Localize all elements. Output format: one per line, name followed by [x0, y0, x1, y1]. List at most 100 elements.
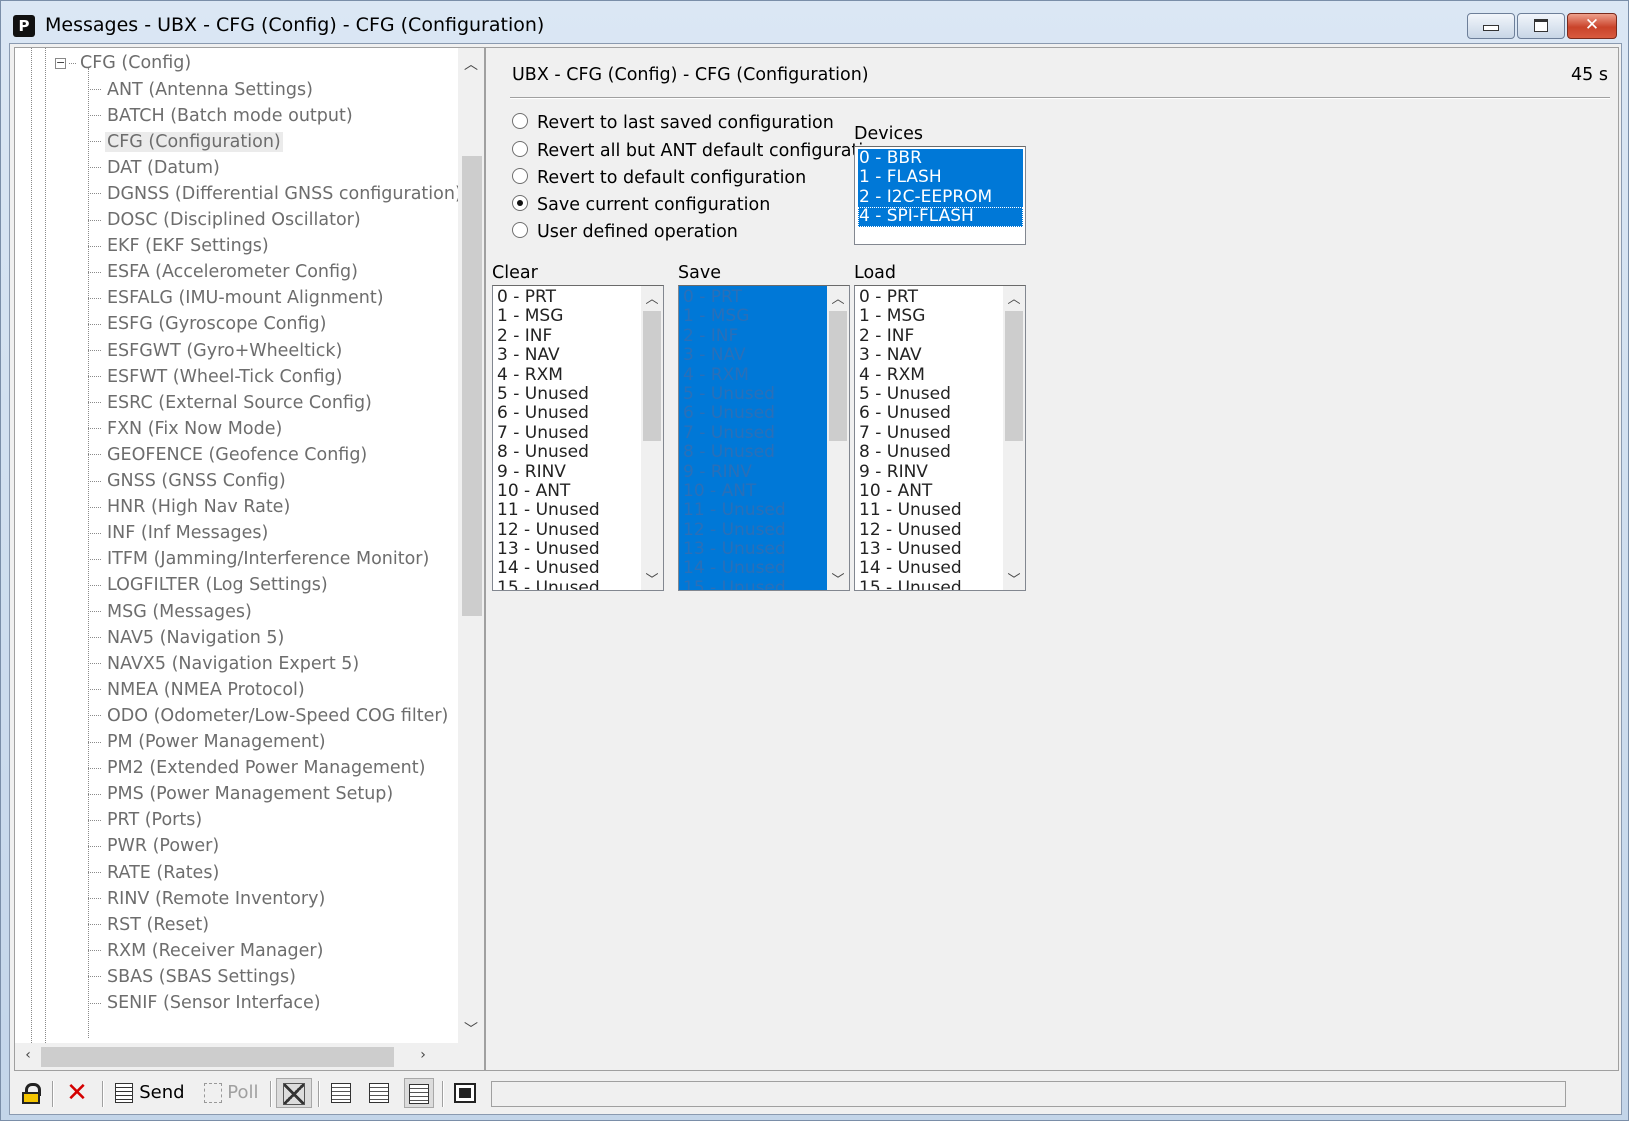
load-mask-item[interactable]: 15 - Unused [858, 578, 1001, 590]
tree-item[interactable]: ESRC (External Source Config) [88, 390, 374, 417]
clear-mask-item[interactable]: 5 - Unused [496, 384, 639, 404]
tree-item[interactable]: ESFG (Gyroscope Config) [88, 311, 328, 338]
scroll-up-icon[interactable]: ︿ [827, 288, 849, 307]
radio-option[interactable]: Revert to default configuration [512, 168, 806, 194]
save-mask-item[interactable]: 7 - Unused [682, 423, 825, 444]
radio-button[interactable] [512, 195, 528, 211]
save-mask-item[interactable]: 13 - Unused [682, 539, 825, 560]
load-mask-item[interactable]: 13 - Unused [858, 539, 1001, 559]
tree-item[interactable]: CFG (Configuration) [88, 129, 283, 156]
clear-mask-item[interactable]: 3 - NAV [496, 345, 639, 365]
save-mask-listbox[interactable]: 0 - PRT 1 - MSG 2 - INF 3 - NAV 4 - RXM 5 - U… [678, 285, 850, 591]
tree-item[interactable]: PM (Power Management) [88, 729, 328, 756]
tree-item[interactable]: PWR (Power) [88, 833, 221, 860]
clear-mask-item[interactable]: 9 - RINV [496, 462, 639, 482]
save-mask-item[interactable]: 15 - Unused [682, 578, 825, 590]
tree-item[interactable]: LOGFILTER (Log Settings) [88, 572, 330, 599]
tree-item[interactable]: PRT (Ports) [88, 807, 204, 834]
clear-mask-item[interactable]: 15 - Unused [496, 578, 639, 590]
device-item[interactable]: 4 - SPI-FLASH [858, 206, 1023, 227]
clear-mask-item[interactable]: 0 - PRT [496, 287, 639, 307]
collapse-icon[interactable]: − [55, 57, 66, 69]
radio-option[interactable]: User defined operation [512, 222, 738, 248]
load-mask-item[interactable]: 4 - RXM [858, 365, 1001, 385]
device-item[interactable]: 0 - BBR [858, 148, 1023, 169]
tree-item[interactable]: GEOFENCE (Geofence Config) [88, 442, 369, 469]
tree-item[interactable]: RST (Reset) [88, 912, 211, 939]
scroll-up-icon[interactable]: ︿ [1003, 288, 1025, 307]
save-mask-item[interactable]: 4 - RXM [682, 365, 825, 385]
scroll-down-icon[interactable]: ﹀ [1003, 569, 1025, 588]
scroll-thumb[interactable] [829, 311, 847, 441]
load-mask-item[interactable]: 2 - INF [858, 326, 1001, 346]
scroll-thumb[interactable] [462, 156, 482, 616]
save-mask-item[interactable]: 8 - Unused [682, 442, 825, 463]
clear-mask-item[interactable]: 14 - Unused [496, 559, 639, 579]
load-mask-item[interactable]: 0 - PRT [858, 287, 1001, 307]
copy-button[interactable] [326, 1078, 356, 1108]
load-mask-item[interactable]: 5 - Unused [858, 384, 1001, 404]
tree-item[interactable]: ODO (Odometer/Low-Speed COG filter) [88, 703, 450, 730]
radio-button[interactable] [512, 113, 528, 129]
tree-item-cfg-config[interactable]: − CFG (Config) [55, 50, 193, 77]
radio-button[interactable] [512, 141, 528, 157]
tree-item[interactable]: DGNSS (Differential GNSS configuration) [88, 181, 460, 208]
save-mask-item[interactable]: 9 - RINV [682, 462, 825, 482]
load-mask-item[interactable]: 14 - Unused [858, 559, 1001, 579]
tree-item[interactable]: ANT (Antenna Settings) [88, 77, 315, 104]
save-mask-item[interactable]: 2 - INF [682, 326, 825, 347]
clear-mask-item[interactable]: 8 - Unused [496, 442, 639, 462]
load-mask-item[interactable]: 11 - Unused [858, 500, 1001, 520]
radio-button[interactable] [512, 168, 528, 184]
save-mask-item[interactable]: 10 - ANT [682, 481, 825, 502]
save-mask-item[interactable]: 1 - MSG [682, 306, 825, 327]
tree-horizontal-scrollbar[interactable]: ‹ › [15, 1043, 460, 1070]
message-tree[interactable]: − CFG (Config) ANT (Antenna Settings) BAT… [14, 47, 485, 1071]
tree-item[interactable]: GNSS (GNSS Config) [88, 468, 288, 495]
scroll-up-icon[interactable]: ︿ [641, 288, 663, 307]
clear-mask-item[interactable]: 10 - ANT [496, 481, 639, 501]
minimize-button[interactable] [1467, 13, 1515, 39]
title-bar[interactable]: P Messages - UBX - CFG (Config) - CFG (C… [1, 1, 1628, 47]
load-mask-item[interactable]: 7 - Unused [858, 423, 1001, 443]
tree-item[interactable]: MSG (Messages) [88, 599, 254, 626]
tree-item[interactable]: RXM (Receiver Manager) [88, 938, 325, 965]
maximize-button[interactable] [1517, 13, 1565, 39]
radio-option[interactable]: Revert to last saved configuration [512, 113, 834, 139]
tree-item[interactable]: ITFM (Jamming/Interference Monitor) [88, 546, 431, 573]
radio-option[interactable]: Revert all but ANT default configuration [512, 141, 885, 167]
tree-item[interactable]: PMS (Power Management Setup) [88, 781, 395, 808]
radio-button[interactable] [512, 222, 528, 238]
scroll-thumb[interactable] [41, 1047, 394, 1067]
lock-button[interactable] [18, 1078, 44, 1108]
load-mask-item[interactable]: 10 - ANT [858, 481, 1001, 501]
clear-mask-item[interactable]: 6 - Unused [496, 403, 639, 423]
tree-item[interactable]: ESFALG (IMU-mount Alignment) [88, 285, 386, 312]
scroll-down-icon[interactable]: ﹀ [641, 569, 663, 588]
device-item[interactable]: 1 - FLASH [858, 167, 1023, 188]
tree-item[interactable]: NAVX5 (Navigation Expert 5) [88, 651, 361, 678]
tree-item[interactable]: PM2 (Extended Power Management) [88, 755, 427, 782]
poll-button[interactable]: Poll [200, 1078, 262, 1108]
load-mask-item[interactable]: 8 - Unused [858, 442, 1001, 462]
load-mask-item[interactable]: 1 - MSG [858, 306, 1001, 326]
save-mask-item[interactable]: 3 - NAV [682, 345, 825, 366]
clear-mask-item[interactable]: 2 - INF [496, 326, 639, 346]
device-item[interactable]: 2 - I2C-EEPROM [858, 187, 1023, 208]
listbox-scrollbar[interactable]: ︿ ﹀ [827, 286, 849, 590]
load-mask-listbox[interactable]: 0 - PRT 1 - MSG 2 - INF 3 - NAV 4 - RXM 5 - U… [854, 285, 1026, 591]
close-button[interactable]: ✕ [1567, 13, 1617, 39]
tree-item[interactable]: DAT (Datum) [88, 155, 222, 182]
tree-item[interactable]: ESFGWT (Gyro+Wheeltick) [88, 338, 344, 365]
load-mask-item[interactable]: 12 - Unused [858, 520, 1001, 540]
tree-item[interactable]: RATE (Rates) [88, 860, 221, 887]
scroll-down-icon[interactable]: ﹀ [827, 569, 849, 588]
scroll-down-icon[interactable]: ﹀ [458, 1019, 484, 1039]
tree-item[interactable]: NAV5 (Navigation 5) [88, 625, 286, 652]
clear-mask-item[interactable]: 12 - Unused [496, 520, 639, 540]
tree-item[interactable]: RINV (Remote Inventory) [88, 886, 327, 913]
listbox-scrollbar[interactable]: ︿ ﹀ [1003, 286, 1025, 590]
tree-item[interactable]: DOSC (Disciplined Oscillator) [88, 207, 363, 234]
scroll-up-icon[interactable]: ︿ [458, 54, 484, 74]
tree-item[interactable]: SENIF (Sensor Interface) [88, 990, 323, 1017]
